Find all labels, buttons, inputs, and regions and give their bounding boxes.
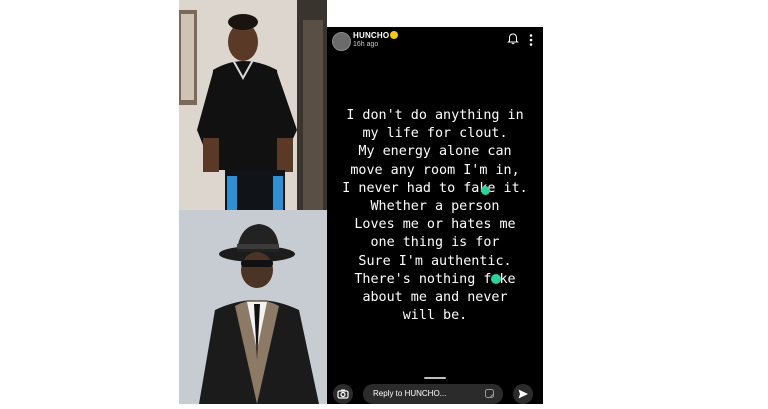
story-line: My energy alone can (358, 144, 512, 160)
story-line: Loves me or hates me (354, 217, 516, 233)
story-line: one thing is for (370, 235, 500, 251)
story-line: There's nothing fake (354, 271, 516, 287)
story-panel: HUNCHO 16h ago I don't do anything in my… (327, 27, 543, 404)
camera-icon (337, 389, 349, 399)
camera-button[interactable] (333, 384, 353, 404)
highlight-mark (481, 186, 490, 195)
verified-badge-icon (390, 31, 398, 39)
story-line: Sure I'm authentic. (358, 253, 512, 269)
story-line: about me and never (362, 290, 508, 306)
send-icon (518, 389, 528, 399)
photo-man-black-tshirt (179, 0, 327, 210)
home-indicator (424, 377, 446, 379)
send-button[interactable] (513, 384, 533, 404)
story-text: I don't do anything in my life for clout… (337, 107, 533, 325)
story-line: I don't do anything in (346, 108, 524, 123)
story-line: I never had to fake it. (342, 180, 528, 196)
photo-man-black-tshirt-illustration (179, 0, 327, 210)
story-footer: Reply to HUNCHO... (327, 383, 543, 404)
reply-input[interactable]: Reply to HUNCHO... (363, 384, 503, 404)
story-line: my life for clout. (362, 126, 508, 142)
photo-man-fedora-suit-illustration (179, 210, 327, 404)
bell-icon[interactable] (507, 33, 519, 45)
story-line: will be. (402, 308, 468, 324)
more-vertical-icon[interactable] (527, 33, 535, 47)
story-line: Whether a person (370, 199, 500, 215)
avatar[interactable] (332, 32, 351, 51)
highlight-mark (491, 274, 501, 284)
photo-man-fedora-suit (179, 210, 327, 404)
sticker-icon[interactable] (485, 389, 494, 398)
username[interactable]: HUNCHO (353, 31, 389, 40)
post-time: 16h ago (353, 41, 379, 48)
story-header: HUNCHO 16h ago (327, 27, 543, 55)
story-line: move any room I'm in, (350, 162, 520, 178)
